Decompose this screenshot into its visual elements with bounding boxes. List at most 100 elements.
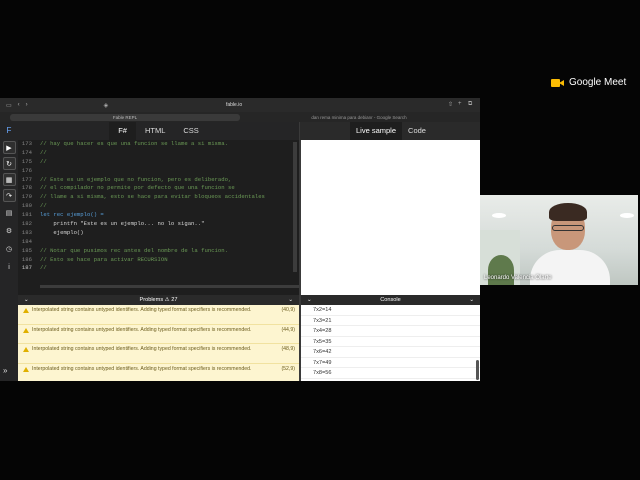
- code-line[interactable]: 186 // Esto se hace para activar RECURSIO…: [18, 256, 299, 265]
- code-line[interactable]: 178 // el compilador no permite por defec…: [18, 184, 299, 193]
- code-editor[interactable]: 173 // hay que hacer es que una funcion s…: [18, 140, 299, 295]
- line-text: // Este es un ejemplo que no funcion, pe…: [40, 175, 232, 183]
- console-header[interactable]: ⌄ Console ⌄: [301, 295, 480, 305]
- chevron-down-icon[interactable]: ⌄: [288, 297, 293, 303]
- gear-icon[interactable]: ⚙: [3, 225, 16, 238]
- run-icon[interactable]: ▶: [2, 141, 16, 154]
- console-line: 7x4=28: [301, 326, 480, 337]
- code-line[interactable]: 176: [18, 167, 299, 176]
- code-line[interactable]: 175 //: [18, 158, 299, 167]
- delete-icon[interactable]: ▦: [2, 173, 16, 186]
- participant-name: Leonardo Valencia Olarte: [484, 275, 552, 281]
- line-number: 181: [21, 211, 32, 219]
- shared-browser-window: ▭ ‹ › ◈ fable.io ⇧ + ⧉ Fable REPL dan re…: [0, 98, 480, 381]
- code-line[interactable]: 174 //: [18, 149, 299, 158]
- repl-sidebar: F ▶ ↻ ▦ ↷ ▤ ⚙ ◷ i »: [0, 122, 18, 381]
- browser-tab-search[interactable]: dan rema minima para debianr - Google Se…: [244, 114, 474, 121]
- code-line[interactable]: 182 printfn "Este es un ejemplo... no lo…: [18, 220, 299, 229]
- console-scrollbar[interactable]: [476, 360, 479, 380]
- line-text: //: [40, 202, 47, 210]
- tab-css[interactable]: CSS: [174, 122, 207, 140]
- meet-label: Google Meet: [569, 77, 627, 88]
- console-line: 7x3=21: [301, 316, 480, 326]
- back-icon[interactable]: ‹: [18, 102, 20, 108]
- tab-html[interactable]: HTML: [136, 122, 174, 140]
- console-line: 7x5=35: [301, 337, 480, 347]
- warning-icon: [23, 308, 29, 313]
- code-line[interactable]: 187 //: [18, 264, 299, 273]
- tab-fsharp[interactable]: F#: [109, 122, 136, 140]
- problem-position: (52,9): [281, 365, 295, 372]
- problem-item[interactable]: Interpolated string contains untyped ide…: [18, 364, 299, 381]
- info-icon[interactable]: i: [3, 261, 16, 274]
- code-line[interactable]: 173 // hay que hacer es que una funcion s…: [18, 140, 299, 149]
- share-code-icon[interactable]: ↷: [2, 189, 16, 202]
- problems-header[interactable]: ⌄ Problems ⚠ 27 ⌄: [18, 295, 299, 305]
- editor-horizontal-scrollbar[interactable]: [40, 285, 300, 288]
- problem-position: (44,9): [281, 326, 295, 333]
- participant-hair: [549, 203, 587, 221]
- console-line: 7x9=63: [301, 379, 480, 382]
- problem-item[interactable]: Interpolated string contains untyped ide…: [18, 344, 299, 364]
- share-icon[interactable]: ⇧: [448, 101, 453, 108]
- fable-repl: F ▶ ↻ ▦ ↷ ▤ ⚙ ◷ i » F# HTML CSS 173 // ha…: [0, 122, 480, 381]
- problems-title: Problems ⚠ 27: [139, 297, 178, 303]
- google-meet-logo: Google Meet: [551, 77, 626, 88]
- line-text: let rec ejemplo() =: [40, 211, 104, 219]
- code-line[interactable]: 183 ejemplo(): [18, 229, 299, 238]
- tab-code[interactable]: Code: [402, 122, 432, 140]
- code-line[interactable]: 184: [18, 238, 299, 247]
- code-line[interactable]: 180 //: [18, 202, 299, 211]
- line-number: 174: [21, 148, 32, 156]
- problem-message: Interpolated string contains untyped ide…: [32, 346, 252, 353]
- code-line[interactable]: 179 // llame a si misma, esto se hace par…: [18, 193, 299, 202]
- chevron-down-icon[interactable]: ⌄: [469, 297, 474, 303]
- participant-glasses: [552, 225, 584, 231]
- editor-vertical-scrollbar[interactable]: [293, 142, 297, 272]
- code-line[interactable]: 185 // Notar que pusimos rec antes del no…: [18, 247, 299, 256]
- line-text: //: [40, 157, 47, 165]
- problem-item[interactable]: Interpolated string contains untyped ide…: [18, 305, 299, 325]
- expand-icon[interactable]: »: [3, 366, 7, 375]
- problems-list: Interpolated string contains untyped ide…: [18, 305, 299, 381]
- warning-icon: [23, 347, 29, 353]
- line-text: // hay que hacer es que una funcion se l…: [40, 140, 228, 147]
- code-line[interactable]: 181 let rec ejemplo() =: [18, 211, 299, 220]
- tabs-icon[interactable]: ⧉: [468, 101, 472, 108]
- line-text: //: [40, 264, 47, 272]
- line-number: 183: [21, 228, 32, 236]
- console-output: 7x2=14 7x3=21 7x4=28 7x5=35 7x6=42 7x7=49 7x8=…: [301, 305, 480, 381]
- line-number: 176: [21, 166, 32, 174]
- sidebar-icon[interactable]: ▭: [6, 102, 12, 109]
- problem-item[interactable]: Interpolated string contains untyped ide…: [18, 325, 299, 345]
- problem-message: Interpolated string contains untyped ide…: [32, 365, 252, 372]
- shield-icon[interactable]: ◈: [104, 102, 109, 109]
- forward-icon[interactable]: ›: [26, 102, 28, 108]
- line-number: 180: [21, 202, 32, 210]
- refresh-icon[interactable]: ↻: [2, 157, 16, 170]
- meet-camera-icon: [551, 78, 564, 88]
- new-tab-icon[interactable]: +: [458, 101, 462, 107]
- problem-position: (48,9): [281, 346, 295, 353]
- tab-live-sample[interactable]: Live sample: [350, 122, 403, 140]
- line-text: printfn "Este es un ejemplo... no lo sig…: [40, 220, 205, 228]
- warning-icon: [23, 327, 29, 333]
- code-line[interactable]: 177 // Este es un ejemplo que no funcion,…: [18, 176, 299, 185]
- history-icon[interactable]: ◷: [3, 243, 16, 256]
- line-text: //: [40, 148, 47, 156]
- address-bar[interactable]: fable.io: [226, 102, 242, 108]
- live-sample-preview[interactable]: [301, 140, 480, 295]
- problem-message: Interpolated string contains untyped ide…: [32, 307, 252, 313]
- meeting-stage: Google Meet Leonardo Valencia Olarte ▭ ‹…: [0, 0, 640, 480]
- line-number: 182: [21, 220, 32, 228]
- browser-tab-fable[interactable]: Fable REPL: [10, 114, 240, 121]
- ceiling-light: [620, 213, 634, 218]
- line-text: // llame a si misma, esto se hace para e…: [40, 193, 265, 201]
- editor-tabs: F# HTML CSS: [18, 122, 299, 140]
- line-number: 177: [21, 175, 32, 183]
- console-line: 7x8=56: [301, 368, 480, 379]
- browser-toolbar: ▭ ‹ › ◈ fable.io ⇧ + ⧉: [0, 98, 480, 112]
- line-number: 175: [21, 157, 32, 165]
- console-title: Console: [380, 297, 401, 303]
- book-icon[interactable]: ▤: [3, 207, 16, 220]
